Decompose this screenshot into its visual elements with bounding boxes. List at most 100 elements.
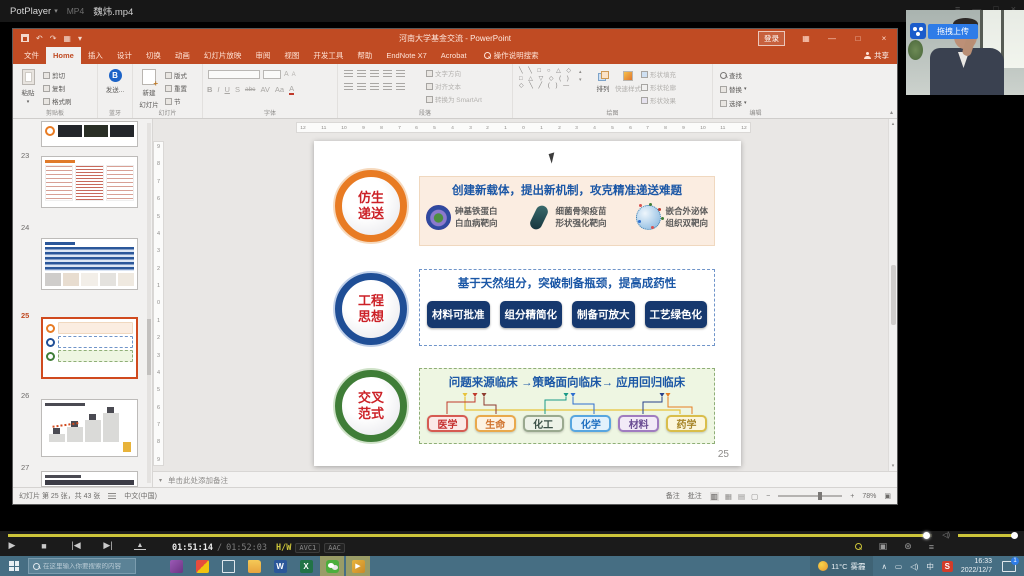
canvas-scrollbar[interactable]: ▴ ▾ bbox=[888, 119, 897, 471]
grow-font-button[interactable]: A bbox=[284, 71, 289, 78]
notes-page-icon[interactable] bbox=[108, 493, 116, 499]
screen-control-icon[interactable]: ▣ bbox=[879, 541, 888, 552]
reading-view-icon[interactable]: ▤ bbox=[738, 492, 745, 501]
zoom-out-icon[interactable]: − bbox=[766, 493, 770, 500]
smartart-button[interactable]: 转换为 SmartArt bbox=[426, 94, 482, 104]
potplayer-icon[interactable]: ▶ bbox=[346, 556, 370, 576]
excel-icon[interactable]: X bbox=[294, 556, 318, 576]
zoom-slider-handle[interactable] bbox=[818, 492, 822, 500]
tab-help[interactable]: 帮助 bbox=[350, 47, 379, 64]
notes-splitter-icon[interactable]: ▾ bbox=[159, 477, 162, 484]
format-painter-button[interactable]: 格式刷 bbox=[43, 96, 72, 106]
tab-transitions[interactable]: 切换 bbox=[139, 47, 168, 64]
collapse-ribbon-icon[interactable]: ▴ bbox=[890, 109, 893, 116]
arrange-button[interactable]: 排列 bbox=[591, 66, 615, 93]
text-direction-button[interactable]: 文字方向 bbox=[426, 68, 482, 78]
align-left-icon[interactable] bbox=[344, 83, 353, 91]
line-spacing-icon[interactable] bbox=[396, 70, 405, 78]
hidden-icons-chevron[interactable]: ∧ bbox=[881, 562, 887, 571]
select-button[interactable]: 选择▾ bbox=[720, 98, 798, 108]
undo-icon[interactable]: ↶ bbox=[36, 34, 43, 43]
bold-button[interactable]: B bbox=[207, 85, 212, 94]
playlist-search-icon[interactable] bbox=[855, 543, 862, 550]
save-icon[interactable] bbox=[21, 34, 29, 42]
notes-toggle-button[interactable]: 备注 bbox=[666, 491, 680, 501]
paste-button[interactable]: 粘贴 ▾ bbox=[13, 64, 43, 106]
search-input[interactable] bbox=[43, 563, 131, 570]
cut-button[interactable]: 剪切 bbox=[43, 70, 72, 80]
sign-in-button[interactable]: 登录 bbox=[758, 31, 785, 46]
minimize-button[interactable]: — bbox=[819, 29, 845, 47]
scroll-up-icon[interactable]: ▴ bbox=[892, 121, 895, 127]
player-menu-button[interactable]: PotPlayer ▾ bbox=[10, 6, 58, 17]
close-button[interactable]: × bbox=[871, 29, 897, 47]
qat-chevron-icon[interactable]: ▾ bbox=[78, 34, 82, 43]
taskbar-clock[interactable]: 16:33 2022/12/7 bbox=[961, 557, 1002, 575]
play-button[interactable]: ▶ bbox=[6, 540, 18, 551]
redo-icon[interactable]: ↷ bbox=[50, 34, 57, 43]
ribbon-options-button[interactable]: ▦ bbox=[793, 29, 819, 47]
gallery-app-icon[interactable] bbox=[164, 556, 188, 576]
display-settings-icon[interactable] bbox=[216, 556, 240, 576]
volume-tray-icon[interactable]: ◁) bbox=[910, 562, 918, 571]
weather-widget[interactable]: 11°C 雾霾 bbox=[810, 556, 873, 576]
thumbnail-slide-23[interactable] bbox=[41, 156, 138, 208]
settings-gear-icon[interactable]: ⊛ bbox=[904, 541, 912, 552]
share-button[interactable]: 共享 bbox=[864, 47, 889, 64]
new-slide-button[interactable]: 新建 幻灯片 bbox=[133, 64, 165, 109]
zoom-in-icon[interactable]: + bbox=[850, 493, 854, 500]
tab-developer[interactable]: 开发工具 bbox=[306, 47, 350, 64]
tab-acrobat[interactable]: Acrobat bbox=[434, 47, 474, 64]
wechat-icon[interactable] bbox=[320, 556, 344, 576]
sogou-ime-icon[interactable]: S bbox=[942, 561, 953, 572]
align-right-icon[interactable] bbox=[370, 83, 379, 91]
font-color-button[interactable]: A bbox=[289, 84, 294, 95]
shapes-scroll-up-icon[interactable]: ▴ bbox=[579, 69, 582, 75]
italic-button[interactable]: I bbox=[217, 85, 219, 94]
file-explorer-icon[interactable] bbox=[242, 556, 266, 576]
thumbnail-slide-25-selected[interactable] bbox=[41, 317, 138, 379]
font-name-combobox[interactable] bbox=[208, 70, 260, 79]
previous-button[interactable]: |◀ bbox=[70, 540, 82, 551]
photos-app-icon[interactable] bbox=[190, 556, 214, 576]
tab-slideshow[interactable]: 幻灯片放映 bbox=[197, 47, 249, 64]
shape-fill-button[interactable]: 形状填充 bbox=[641, 69, 676, 79]
layout-button[interactable]: 版式 bbox=[165, 70, 187, 80]
bullets-icon[interactable] bbox=[344, 70, 353, 78]
numbering-icon[interactable] bbox=[357, 70, 366, 78]
shape-effects-button[interactable]: 形状效果 bbox=[641, 95, 676, 105]
font-size-combobox[interactable] bbox=[263, 70, 281, 79]
touch-keyboard-icon[interactable]: ▭ bbox=[895, 562, 902, 571]
slide-25[interactable]: 仿生递送 创建新载体，提出新机制，攻克精准递送难题 砷基铁蛋白白血病靶向 细菌骨… bbox=[314, 141, 741, 466]
tab-animations[interactable]: 动画 bbox=[168, 47, 197, 64]
zoom-level[interactable]: 78% bbox=[862, 493, 876, 500]
normal-view-icon[interactable]: ▥ bbox=[710, 492, 719, 501]
character-spacing-button[interactable]: AV bbox=[260, 85, 269, 94]
strikethrough-button[interactable]: abc bbox=[245, 86, 255, 93]
shapes-scroll-down-icon[interactable]: ▾ bbox=[579, 77, 582, 83]
next-button[interactable]: ▶| bbox=[102, 540, 114, 551]
slide-sorter-icon[interactable]: ▦ bbox=[725, 492, 732, 501]
underline-button[interactable]: U bbox=[225, 85, 230, 94]
tab-view[interactable]: 视图 bbox=[277, 47, 306, 64]
tab-endnote[interactable]: EndNote X7 bbox=[379, 47, 433, 64]
shape-outline-button[interactable]: 形状轮廓 bbox=[641, 82, 676, 92]
tell-me-search[interactable]: 操作说明搜索 bbox=[484, 47, 539, 64]
tab-review[interactable]: 审阅 bbox=[248, 47, 277, 64]
seek-handle[interactable] bbox=[923, 532, 930, 539]
section-button[interactable]: 节 bbox=[165, 96, 187, 106]
thumbnail-slide-27-partial[interactable] bbox=[41, 471, 138, 487]
playlist-menu-icon[interactable]: ≡ bbox=[929, 542, 934, 552]
start-button[interactable] bbox=[0, 556, 28, 576]
word-icon[interactable]: W bbox=[268, 556, 292, 576]
thumbnail-slide-22-partial[interactable] bbox=[41, 121, 138, 147]
tab-insert[interactable]: 插入 bbox=[81, 47, 110, 64]
restore-button[interactable]: □ bbox=[845, 29, 871, 47]
bluetooth-send-button[interactable]: B 发送... bbox=[98, 64, 132, 94]
shrink-font-button[interactable]: A bbox=[292, 72, 296, 78]
zoom-slider[interactable] bbox=[778, 495, 842, 497]
open-file-button[interactable]: ▲ bbox=[134, 542, 146, 550]
language-indicator[interactable]: 中 bbox=[926, 561, 934, 572]
replace-button[interactable]: 替换▾ bbox=[720, 84, 798, 94]
slideshow-view-icon[interactable]: ▢ bbox=[751, 492, 758, 501]
